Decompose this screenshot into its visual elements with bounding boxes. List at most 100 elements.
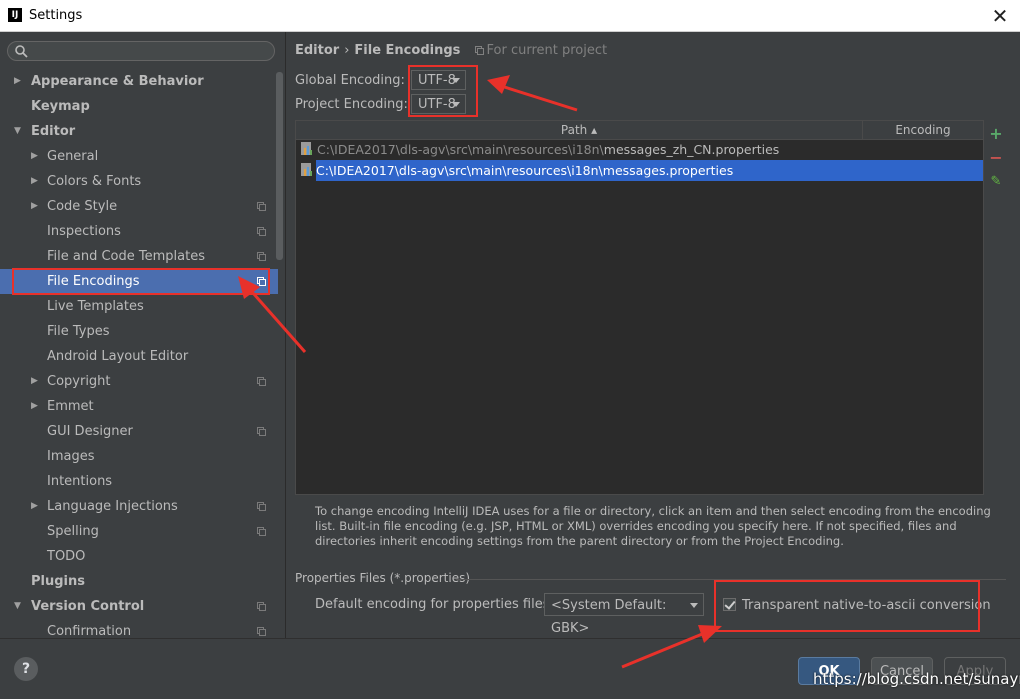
file-name: messages_zh_CN.properties: [603, 142, 780, 157]
sidebar-item-emmet[interactable]: ▶ Emmet: [0, 394, 278, 419]
sidebar-item-label: Keymap: [31, 99, 90, 114]
sidebar-item-label: File Types: [47, 324, 110, 339]
sidebar-item-label: Live Templates: [47, 299, 144, 314]
sidebar-item-appearance-behavior[interactable]: ▶ Appearance & Behavior: [0, 69, 278, 94]
file-name: messages.properties: [602, 163, 734, 178]
annotation-box-transparent: [714, 580, 980, 632]
sidebar-item-intentions[interactable]: Intentions: [0, 469, 278, 494]
breadcrumb-separator: ›: [344, 43, 350, 58]
chevron-right-icon[interactable]: ▶: [31, 494, 41, 519]
annotation-box-file-encodings: [12, 268, 270, 295]
scope-note: For current project: [474, 43, 608, 58]
settings-sidebar: ▶ Appearance & Behavior Keymap ▼ Editor …: [0, 32, 286, 638]
properties-file-icon: [301, 142, 312, 155]
file-dir: C:\IDEA2017\dls-agv\src\main\resources\i…: [317, 142, 604, 157]
sidebar-item-code-style[interactable]: ▶ Code Style: [0, 194, 278, 219]
sidebar-item-live-templates[interactable]: Live Templates: [0, 294, 278, 319]
sidebar-item-language-injections[interactable]: ▶ Language Injections: [0, 494, 278, 519]
sidebar-item-label: Emmet: [47, 399, 94, 414]
sidebar-item-copyright[interactable]: ▶ Copyright: [0, 369, 278, 394]
sidebar-item-images[interactable]: Images: [0, 444, 278, 469]
sidebar-item-label: TODO: [47, 549, 86, 564]
close-button[interactable]: ✕: [988, 4, 1012, 28]
remove-button[interactable]: −: [986, 148, 1006, 168]
sidebar-item-label: Confirmation: [47, 624, 132, 638]
project-scope-icon: [257, 502, 266, 511]
edit-button[interactable]: ✎: [986, 172, 1006, 192]
column-header-encoding[interactable]: Encoding: [863, 121, 983, 139]
sidebar-item-label: File and Code Templates: [47, 249, 205, 264]
default-encoding-label: Default encoding for properties files:: [315, 597, 554, 612]
sidebar-item-editor[interactable]: ▼ Editor: [0, 119, 278, 144]
sidebar-item-label: Intentions: [47, 474, 113, 489]
title-bar: IJ Settings ✕: [0, 0, 1020, 32]
file-encodings-panel: Editor › File Encodings For current projec…: [286, 32, 1020, 638]
sidebar-item-inspections[interactable]: Inspections: [0, 219, 278, 244]
global-encoding-label: Global Encoding:: [295, 73, 405, 88]
sidebar-item-label: Copyright: [47, 374, 111, 389]
chevron-right-icon[interactable]: ▶: [31, 394, 41, 419]
dialog-footer: ? OK Cancel Apply https://blog.csdn.net/…: [0, 638, 1020, 699]
chevron-right-icon[interactable]: ▶: [14, 69, 24, 94]
table-row[interactable]: C:\IDEA2017\dls-agv\src\main\resources\i…: [296, 139, 983, 160]
column-header-path[interactable]: Path ▴: [296, 121, 863, 139]
project-scope-icon: [257, 627, 266, 636]
table-row-selected[interactable]: C:\IDEA2017\dls-agv\src\main\resources\i…: [316, 160, 983, 181]
chevron-right-icon[interactable]: ▶: [31, 194, 41, 219]
sidebar-scrollbar[interactable]: [276, 72, 283, 260]
default-encoding-select[interactable]: <System Default: GBK>: [544, 593, 704, 636]
file-dir: C:\IDEA2017\dls-agv\src\main\resources\i…: [316, 163, 603, 178]
sidebar-item-general[interactable]: ▶ General: [0, 144, 278, 169]
project-scope-icon: [257, 602, 266, 611]
sidebar-item-label: Colors & Fonts: [47, 174, 142, 189]
chevron-right-icon[interactable]: ▶: [31, 369, 41, 394]
sidebar-item-label: GUI Designer: [47, 424, 133, 439]
intellij-app-icon: IJ: [8, 8, 22, 22]
help-button[interactable]: ?: [14, 657, 38, 681]
default-encoding-value: <System Default: GBK>: [551, 598, 667, 636]
chevron-down-icon[interactable]: ▼: [14, 594, 24, 619]
sidebar-item-plugins[interactable]: Plugins: [0, 569, 278, 594]
window-title: Settings: [29, 8, 83, 23]
sidebar-item-version-control[interactable]: ▼ Version Control: [0, 594, 278, 619]
breadcrumb-parent: Editor: [295, 43, 340, 58]
chevron-down-icon[interactable]: ▼: [14, 119, 24, 144]
breadcrumb: Editor › File Encodings For current projec…: [295, 43, 607, 58]
sidebar-item-label: General: [47, 149, 99, 164]
sidebar-item-gui-designer[interactable]: GUI Designer: [0, 419, 278, 444]
annotation-box-encodings: [408, 65, 478, 117]
sidebar-item-spelling[interactable]: Spelling: [0, 519, 278, 544]
chevron-right-icon[interactable]: ▶: [31, 144, 41, 169]
sidebar-item-label: Editor: [31, 124, 76, 139]
chevron-right-icon[interactable]: ▶: [31, 169, 41, 194]
sidebar-item-file-types[interactable]: File Types: [0, 319, 278, 344]
sidebar-item-label: Inspections: [47, 224, 121, 239]
add-button[interactable]: +: [986, 124, 1006, 144]
project-encoding-label: Project Encoding:: [295, 97, 408, 112]
project-scope-icon: [474, 46, 484, 55]
search-icon: [15, 45, 28, 58]
sidebar-item-label: Images: [47, 449, 95, 464]
sidebar-item-label: Android Layout Editor: [47, 349, 189, 364]
file-path: C:\IDEA2017\dls-agv\src\main\resources\i…: [317, 139, 779, 160]
sidebar-item-label: Version Control: [31, 599, 145, 614]
sidebar-item-keymap[interactable]: Keymap: [0, 94, 278, 119]
encoding-help-text: To change encoding IntelliJ IDEA uses fo…: [315, 504, 991, 548]
project-scope-icon: [257, 202, 266, 211]
sidebar-item-label: Spelling: [47, 524, 99, 539]
sidebar-item-label: Plugins: [31, 574, 85, 589]
sidebar-item-todo[interactable]: TODO: [0, 544, 278, 569]
sidebar-item-label: Language Injections: [47, 499, 178, 514]
sidebar-item-android-layout-editor[interactable]: Android Layout Editor: [0, 344, 278, 369]
scope-note-text: For current project: [486, 43, 608, 58]
table-header: Path ▴ Encoding: [296, 121, 983, 140]
watermark: https://blog.csdn.net/sunayn: [813, 670, 1020, 688]
file-encoding-table: Path ▴ Encoding C:\IDEA2017\dls-agv\src\…: [295, 120, 984, 495]
breadcrumb-current: File Encodings: [354, 43, 461, 58]
file-path: C:\IDEA2017\dls-agv\src\main\resources\i…: [316, 160, 733, 181]
search-input[interactable]: [7, 41, 275, 61]
project-scope-icon: [257, 227, 266, 236]
sidebar-item-colors-fonts[interactable]: ▶ Colors & Fonts: [0, 169, 278, 194]
sidebar-item-file-code-templates[interactable]: File and Code Templates: [0, 244, 278, 269]
sidebar-item-confirmation[interactable]: Confirmation: [0, 619, 278, 638]
